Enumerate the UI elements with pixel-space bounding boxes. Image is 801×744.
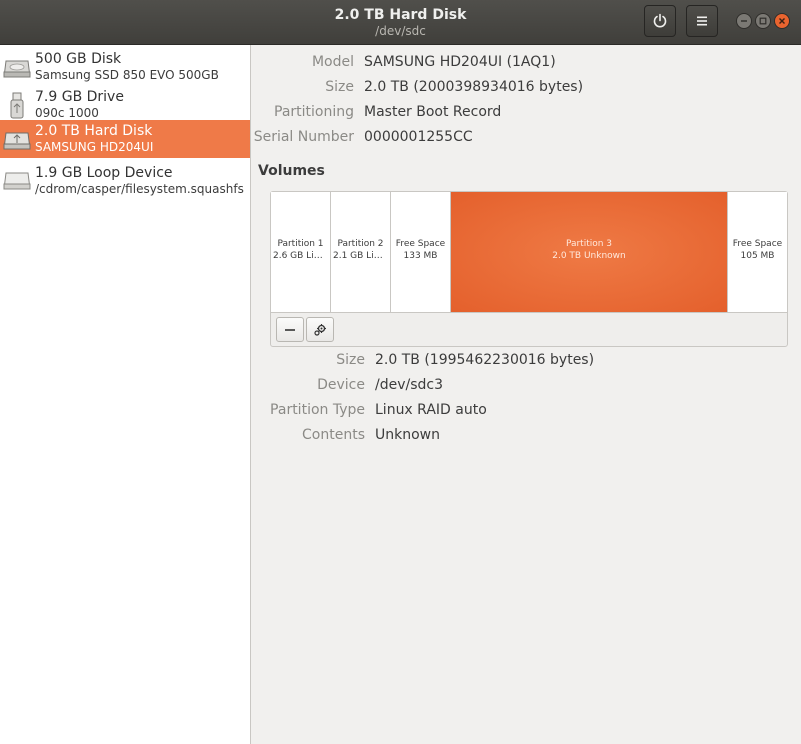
serial-number-value: 0000001255CC [364, 129, 473, 145]
device-item-500gb-disk[interactable]: 500 GB Disk Samsung SSD 850 EVO 500GB [0, 48, 250, 86]
partitioning-value: Master Boot Record [364, 104, 502, 120]
volume-partition-3[interactable]: Partition 3 2.0 TB Unknown [451, 192, 728, 312]
partition-size-value: 2.0 TB (1995462230016 bytes) [375, 352, 595, 368]
usb-drive-icon [10, 92, 24, 119]
partition-type-value: Linux RAID auto [375, 402, 487, 418]
model-label: Model [311, 54, 354, 70]
device-name: 1.9 GB Loop Device [35, 165, 173, 181]
volume-name: Free Space [732, 239, 783, 249]
volume-detail: 2.1 GB Lin… [333, 251, 389, 261]
delete-partition-button[interactable] [276, 317, 304, 342]
device-detail: SAMSUNG HD204UI [35, 140, 154, 154]
device-label: Device [317, 377, 365, 393]
disk-size-label: Size [325, 79, 354, 95]
partition-settings-button[interactable] [306, 317, 334, 342]
volume-name: Partition 3 [565, 239, 613, 249]
disk-size-value: 2.0 TB (2000398934016 bytes) [364, 79, 584, 95]
device-name: 500 GB Disk [35, 51, 122, 67]
device-item-loop-device[interactable]: 1.9 GB Loop Device /cdrom/casper/filesys… [0, 162, 250, 200]
serial-number-label: Serial Number [253, 129, 354, 145]
volume-name: Partition 2 [337, 239, 384, 249]
device-item-2tb-hard-disk[interactable]: 2.0 TB Hard Disk SAMSUNG HD204UI [0, 120, 250, 158]
window-subtitle: /dev/sdc [375, 24, 426, 38]
close-icon [779, 18, 785, 24]
contents-value: Unknown [375, 427, 440, 443]
maximize-button[interactable] [755, 13, 771, 29]
minimize-button[interactable] [736, 13, 752, 29]
minimize-icon [741, 20, 747, 22]
volume-free-space-1[interactable]: Free Space 133 MB [391, 192, 451, 312]
power-icon [653, 13, 667, 28]
model-value: SAMSUNG HD204UI (1AQ1) [364, 54, 556, 70]
volume-detail: 133 MB [403, 251, 438, 261]
volumes-heading: Volumes [258, 163, 325, 179]
volume-detail: 2.6 GB Lin… [273, 251, 329, 261]
volume-detail: 2.0 TB Unknown [552, 251, 626, 261]
volume-segments: Partition 1 2.6 GB Lin… Partition 2 2.1 … [271, 192, 787, 313]
device-item-7-9gb-drive[interactable]: 7.9 GB Drive 090c 1000 [0, 86, 250, 124]
drive-menu-button[interactable] [686, 5, 718, 37]
hard-disk-icon [3, 60, 31, 78]
hamburger-menu-icon [697, 16, 707, 26]
volume-name: Partition 1 [277, 239, 324, 249]
partition-type-label: Partition Type [270, 402, 365, 418]
volume-free-space-2[interactable]: Free Space 105 MB [728, 192, 787, 312]
volumes-grid: Partition 1 2.6 GB Lin… Partition 2 2.1 … [270, 191, 788, 347]
header-bar: 2.0 TB Hard Disk /dev/sdc [0, 0, 801, 45]
loop-device-icon [3, 172, 31, 190]
device-value: /dev/sdc3 [375, 377, 444, 393]
hard-disk-icon [3, 132, 31, 150]
device-detail: 090c 1000 [35, 106, 99, 120]
contents-label: Contents [302, 427, 365, 443]
device-list: 500 GB Disk Samsung SSD 850 EVO 500GB 7.… [0, 45, 251, 744]
device-name: 7.9 GB Drive [35, 89, 124, 105]
volume-detail: 105 MB [740, 251, 775, 261]
settings-gears-icon [314, 324, 326, 336]
volume-partition-1[interactable]: Partition 1 2.6 GB Lin… [271, 192, 331, 312]
volume-partition-2[interactable]: Partition 2 2.1 GB Lin… [331, 192, 391, 312]
close-button[interactable] [774, 13, 790, 29]
maximize-icon [759, 17, 767, 25]
window-title: 2.0 TB Hard Disk [334, 7, 467, 23]
device-name: 2.0 TB Hard Disk [35, 123, 153, 139]
partitioning-label: Partitioning [274, 104, 354, 120]
disk-details-panel: Model SAMSUNG HD204UI (1AQ1) Size 2.0 TB… [251, 45, 801, 744]
device-detail: /cdrom/casper/filesystem.squashfs [35, 182, 244, 196]
power-off-button[interactable] [644, 5, 676, 37]
device-detail: Samsung SSD 850 EVO 500GB [35, 68, 219, 82]
partition-size-label: Size [336, 352, 365, 368]
remove-partition-icon [285, 329, 295, 331]
volume-name: Free Space [395, 239, 446, 249]
